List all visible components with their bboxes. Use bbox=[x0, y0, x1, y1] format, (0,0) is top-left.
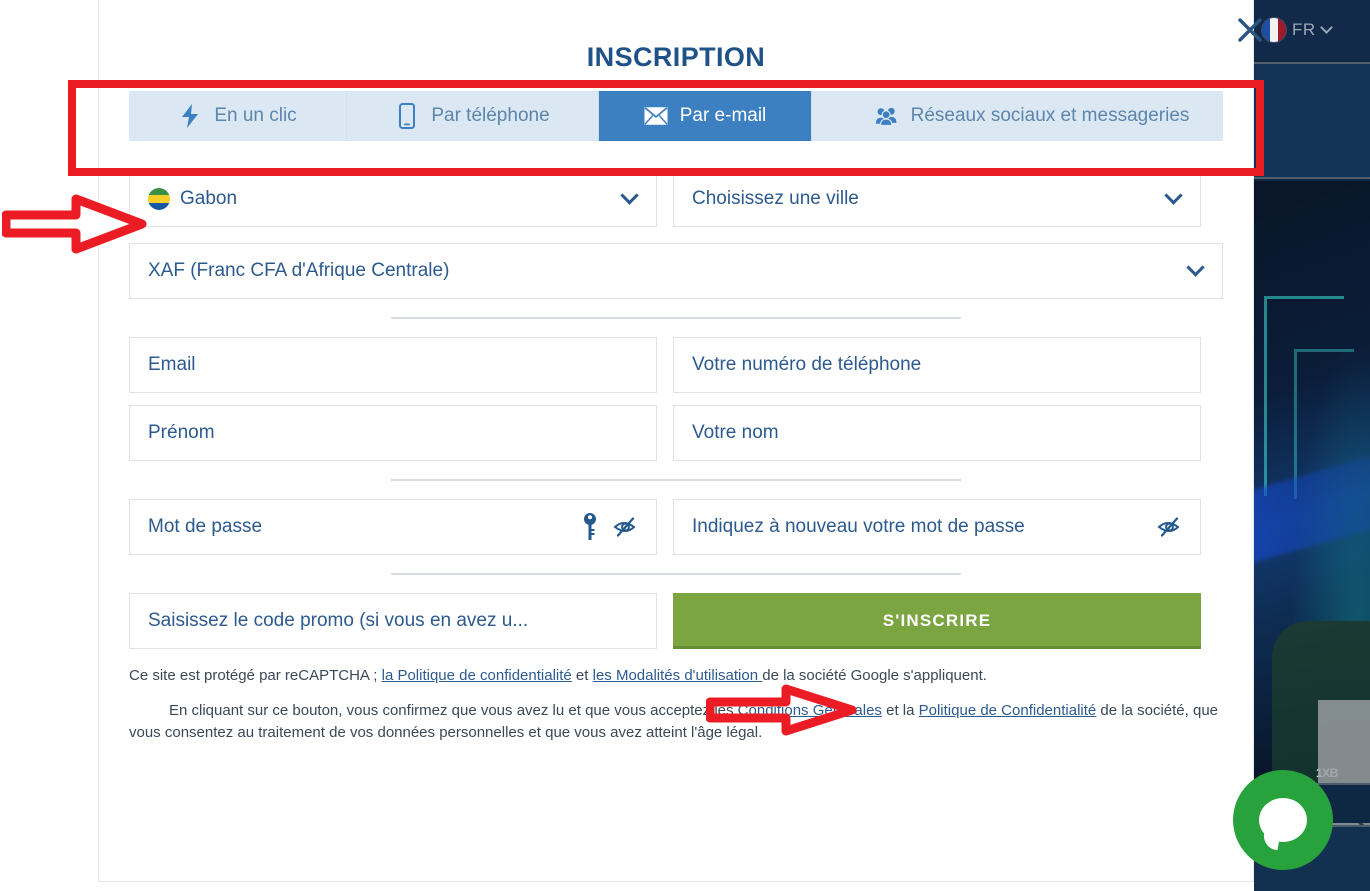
tab-one-click[interactable]: En un clic bbox=[129, 91, 347, 141]
password-placeholder: Mot de passe bbox=[148, 516, 263, 537]
terms-pre: En cliquant sur ce bouton, vous confirme… bbox=[169, 701, 738, 719]
page-title: INSCRIPTION bbox=[586, 42, 766, 72]
tab-label: Par e-mail bbox=[679, 105, 767, 126]
recaptcha-notice: Ce site est protégé par reCAPTCHA ; la P… bbox=[129, 665, 1223, 687]
legal-text: Ce site est protégé par reCAPTCHA ; la P… bbox=[99, 649, 1253, 743]
password-field[interactable]: Mot de passe bbox=[129, 499, 657, 555]
screen: FR ALLUNION 1XB INSCRIPTION bbox=[0, 0, 1370, 891]
email-placeholder: Email bbox=[148, 354, 196, 375]
registration-modal: INSCRIPTION En un clic Par téléphone Par… bbox=[98, 0, 1262, 882]
lightning-bolt-icon bbox=[178, 104, 202, 128]
register-submit-button[interactable]: S'INSCRIRE bbox=[673, 593, 1201, 649]
eye-slash-icon[interactable] bbox=[1156, 515, 1184, 539]
contact-row: Email Votre numéro de téléphone bbox=[129, 337, 1223, 393]
envelope-icon bbox=[644, 104, 668, 128]
background-panel bbox=[1254, 62, 1370, 179]
eye-slash-icon[interactable] bbox=[612, 515, 640, 539]
lastname-placeholder: Votre nom bbox=[692, 422, 779, 443]
terms-mid: et la bbox=[881, 701, 919, 719]
currency-value: XAF (Franc CFA d'Afrique Centrale) bbox=[148, 260, 450, 281]
promo-submit-row: Saisissez le code promo (si vous en avez… bbox=[129, 593, 1223, 649]
promo-placeholder: Saisissez le code promo (si vous en avez… bbox=[148, 610, 529, 631]
gabon-flag-icon bbox=[148, 188, 170, 210]
firstname-field[interactable]: Prénom bbox=[129, 405, 657, 461]
currency-row: XAF (Franc CFA d'Afrique Centrale) bbox=[129, 243, 1223, 299]
language-label[interactable]: FR bbox=[1292, 20, 1316, 40]
tab-label: Par téléphone bbox=[431, 105, 550, 126]
people-group-icon bbox=[875, 104, 899, 128]
name-row: Prénom Votre nom bbox=[129, 405, 1223, 461]
recaptcha-mid: et bbox=[571, 667, 593, 684]
chevron-down-icon[interactable] bbox=[1319, 21, 1333, 34]
tab-label: En un clic bbox=[214, 105, 297, 126]
location-row: Gabon Choisissez une ville bbox=[129, 171, 1223, 227]
general-conditions-link[interactable]: Conditions Générales bbox=[738, 702, 882, 719]
phone-placeholder: Votre numéro de téléphone bbox=[692, 354, 922, 375]
recaptcha-post: de la société Google s'appliquent. bbox=[762, 667, 987, 684]
esports-banner: ALLUNION 1XB bbox=[1254, 181, 1370, 781]
chat-bubble-shape bbox=[1259, 798, 1307, 842]
mobile-phone-icon bbox=[395, 103, 419, 129]
password-confirm-field[interactable]: Indiquez à nouveau votre mot de passe bbox=[673, 499, 1201, 555]
tab-social-networks[interactable]: Réseaux sociaux et messageries bbox=[812, 91, 1252, 141]
chat-bubble-icon[interactable] bbox=[1233, 770, 1333, 870]
close-icon[interactable] bbox=[1230, 10, 1270, 50]
city-placeholder: Choisissez une ville bbox=[692, 188, 859, 209]
city-select[interactable]: Choisissez une ville bbox=[673, 171, 1201, 227]
lastname-field[interactable]: Votre nom bbox=[673, 405, 1201, 461]
terms-notice: En cliquant sur ce bouton, vous confirme… bbox=[129, 700, 1223, 744]
key-icon[interactable] bbox=[582, 512, 598, 542]
password-row: Mot de passe Indiquez à nouveau votre mo… bbox=[129, 499, 1223, 555]
phone-field[interactable]: Votre numéro de téléphone bbox=[673, 337, 1201, 393]
tab-list: En un clic Par téléphone Par e-mail Rése… bbox=[129, 91, 1223, 141]
recaptcha-pre: Ce site est protégé par reCAPTCHA ; bbox=[129, 667, 382, 684]
password-confirm-placeholder: Indiquez à nouveau votre mot de passe bbox=[692, 516, 1025, 537]
terms-of-use-link[interactable]: les Modalités d'utilisation bbox=[593, 667, 763, 684]
privacy-policy-company-link[interactable]: Politique de Confidentialité bbox=[919, 702, 1097, 719]
chevron-down-icon bbox=[1186, 258, 1205, 277]
currency-select[interactable]: XAF (Franc CFA d'Afrique Centrale) bbox=[129, 243, 1223, 299]
privacy-policy-link[interactable]: la Politique de confidentialité bbox=[382, 667, 572, 684]
registration-form: Gabon Choisissez une ville XAF (Franc CF… bbox=[99, 141, 1253, 649]
country-value: Gabon bbox=[180, 188, 238, 209]
chevron-down-icon bbox=[1164, 186, 1183, 205]
chevron-down-icon bbox=[620, 186, 639, 205]
tab-by-phone[interactable]: Par téléphone bbox=[347, 91, 599, 141]
firstname-placeholder: Prénom bbox=[148, 422, 215, 443]
tab-label: Réseaux sociaux et messageries bbox=[910, 105, 1190, 126]
site-topbar: FR bbox=[1254, 0, 1370, 60]
registration-methods: En un clic Par téléphone Par e-mail Rése… bbox=[99, 91, 1253, 141]
promo-code-field[interactable]: Saisissez le code promo (si vous en avez… bbox=[129, 593, 657, 649]
email-field[interactable]: Email bbox=[129, 337, 657, 393]
tab-by-email[interactable]: Par e-mail bbox=[599, 91, 812, 141]
background-page: FR ALLUNION 1XB bbox=[1254, 0, 1370, 891]
country-select[interactable]: Gabon bbox=[129, 171, 657, 227]
